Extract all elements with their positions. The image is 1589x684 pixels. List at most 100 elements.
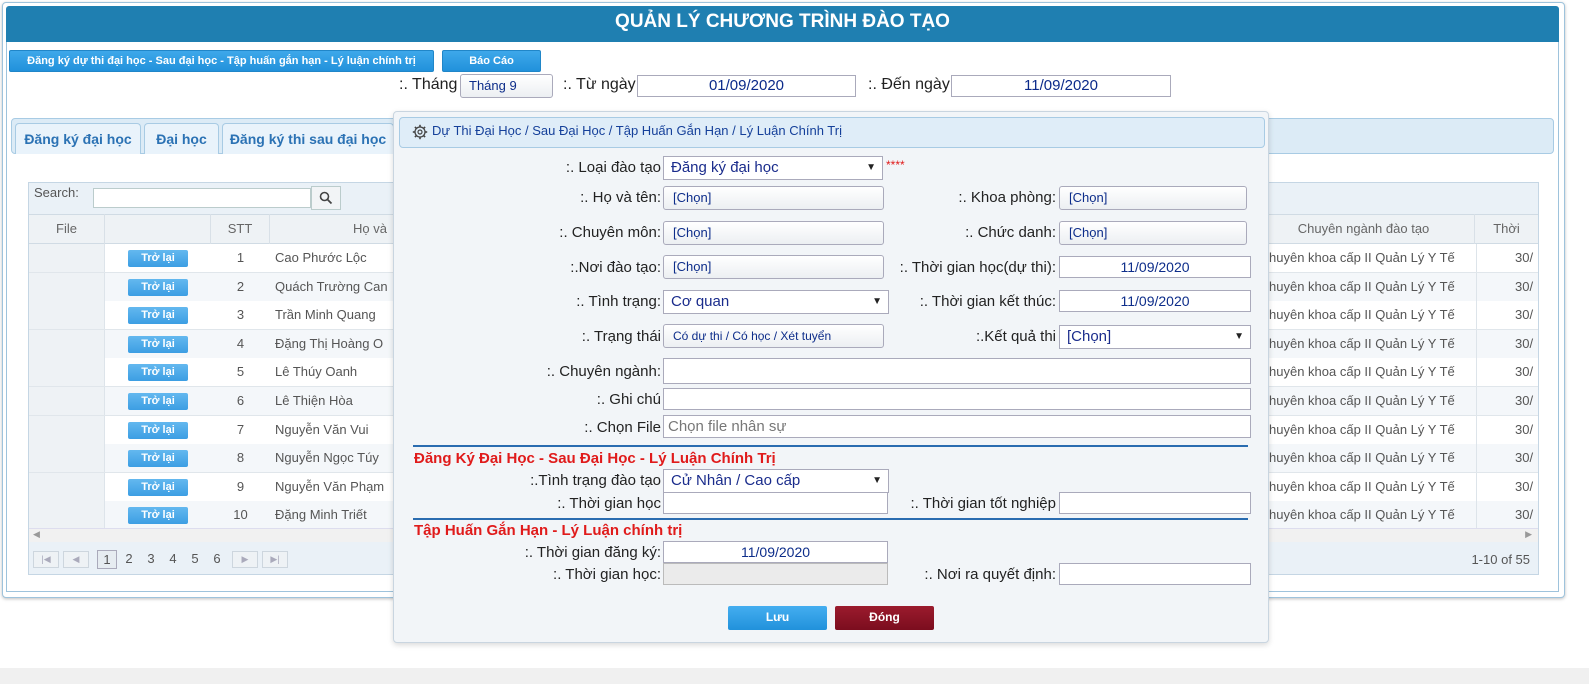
- training-type-select[interactable]: Đăng ký đại học ▼: [663, 156, 883, 180]
- section-register-title: Đăng Ký Đại Học - Sau Đại Học - Lý Luận …: [414, 450, 776, 467]
- column-action: [105, 214, 211, 244]
- close-button[interactable]: Đóng: [835, 606, 934, 630]
- file-cell: [29, 473, 105, 501]
- row-name: Đặng Minh Triết: [275, 507, 367, 522]
- specialty-picker[interactable]: [Chọn]: [663, 221, 884, 245]
- back-button[interactable]: Trở lại: [128, 422, 188, 439]
- column-major[interactable]: Chuyên ngành đào tạo: [1252, 214, 1475, 244]
- page-horizontal-scrollbar[interactable]: [0, 668, 1589, 684]
- decision-place-input[interactable]: [1059, 563, 1251, 585]
- row-name: Đặng Thị Hoàng O: [275, 336, 384, 351]
- row-major: huyên khoa cấp II Quản Lý Y Tế: [1269, 364, 1455, 379]
- register-time-input[interactable]: 11/09/2020: [663, 541, 888, 563]
- position-picker[interactable]: [Chọn]: [1059, 221, 1247, 245]
- column-stt[interactable]: STT: [211, 214, 270, 244]
- end-time-input[interactable]: 11/09/2020: [1059, 290, 1251, 312]
- section-divider: [413, 518, 1248, 520]
- page-number[interactable]: 3: [141, 550, 161, 569]
- row-name: Lê Thiện Hòa: [275, 393, 353, 408]
- state-picker[interactable]: Có dự thi / Có học / Xét tuyển: [663, 324, 884, 348]
- row-name: Nguyễn Văn Phạm: [275, 479, 385, 494]
- back-button[interactable]: Trở lại: [128, 279, 188, 296]
- scroll-right-icon[interactable]: ▶: [1525, 529, 1532, 540]
- back-button[interactable]: Trở lại: [128, 393, 188, 410]
- search-input[interactable]: [93, 188, 311, 208]
- row-time: 30/: [1476, 330, 1536, 358]
- last-page-button[interactable]: ▶|: [262, 551, 288, 568]
- page-number[interactable]: 2: [119, 550, 139, 569]
- back-button[interactable]: Trở lại: [128, 364, 188, 381]
- row-time: 30/: [1476, 301, 1536, 329]
- back-button[interactable]: Trở lại: [128, 336, 188, 353]
- file-cell: [29, 301, 105, 329]
- training-type-label: :. Loại đào tạo: [565, 159, 661, 176]
- row-time: 30/: [1476, 501, 1536, 529]
- status-label: :. Tình trạng:: [576, 293, 661, 310]
- page-number[interactable]: 6: [207, 550, 227, 569]
- tab-register-postgraduate[interactable]: Đăng ký thi sau đại học: [222, 123, 394, 154]
- exam-result-select[interactable]: [Chọn] ▼: [1059, 325, 1251, 349]
- back-button[interactable]: Trở lại: [128, 307, 188, 324]
- column-file[interactable]: File: [29, 214, 105, 244]
- row-stt: 7: [236, 422, 245, 437]
- department-picker[interactable]: [Chọn]: [1059, 186, 1247, 210]
- prev-page-button[interactable]: ◀: [63, 551, 89, 568]
- graduation-time-input[interactable]: [1059, 492, 1251, 514]
- position-label: :. Chức danh:: [965, 224, 1056, 241]
- row-stt: 4: [236, 336, 245, 351]
- training-status-select[interactable]: Cử Nhân / Cao cấp ▼: [663, 469, 889, 493]
- report-button[interactable]: Báo Cáo: [442, 50, 541, 72]
- first-page-button[interactable]: |◀: [33, 551, 59, 568]
- row-major: huyên khoa cấp II Quản Lý Y Tế: [1269, 307, 1455, 322]
- save-button[interactable]: Lưu: [728, 606, 827, 630]
- search-button[interactable]: [311, 186, 341, 210]
- back-button[interactable]: Trở lại: [128, 450, 188, 467]
- row-name: Cao Phước Lộc: [275, 250, 367, 265]
- file-cell: [29, 416, 105, 444]
- row-name: Lê Thúy Oanh: [275, 364, 358, 379]
- file-cell: [29, 444, 105, 472]
- from-date-input[interactable]: 01/09/2020: [637, 75, 856, 97]
- file-cell: [29, 358, 105, 386]
- file-input[interactable]: Chọn file nhân sự: [663, 415, 1251, 438]
- month-label: :. Tháng: [399, 76, 458, 93]
- study-time-input[interactable]: 11/09/2020: [1059, 256, 1251, 278]
- note-input[interactable]: [663, 388, 1251, 410]
- file-cell: [29, 501, 105, 529]
- row-stt: 3: [236, 307, 245, 322]
- tab-register-university[interactable]: Đăng ký đại học: [15, 123, 141, 154]
- row-name: Nguyễn Văn Vui: [275, 422, 369, 437]
- back-button[interactable]: Trở lại: [128, 250, 188, 267]
- fullname-picker[interactable]: [Chọn]: [663, 186, 884, 210]
- scroll-left-icon[interactable]: ◀: [33, 529, 40, 540]
- graduation-time-label: :. Thời gian tốt nghiệp: [910, 495, 1057, 512]
- page-number[interactable]: 1: [97, 550, 117, 569]
- tab-university[interactable]: Đại học: [144, 123, 219, 154]
- to-date-input[interactable]: 11/09/2020: [951, 75, 1171, 97]
- file-cell: [29, 244, 105, 272]
- month-select[interactable]: Tháng 9: [460, 74, 553, 98]
- study-period-input[interactable]: [663, 492, 888, 514]
- back-button[interactable]: Trở lại: [128, 507, 188, 524]
- row-major: huyên khoa cấp II Quản Lý Y Tế: [1269, 450, 1455, 465]
- back-button[interactable]: Trở lại: [128, 479, 188, 496]
- status-select[interactable]: Cơ quan ▼: [663, 290, 889, 314]
- page-number[interactable]: 4: [163, 550, 183, 569]
- register-button[interactable]: Đăng ký dự thi đại học - Sau đại học - T…: [9, 50, 434, 72]
- row-stt: 8: [236, 450, 245, 465]
- major-label: :. Chuyên ngành:: [546, 363, 661, 380]
- next-page-button[interactable]: ▶: [232, 551, 258, 568]
- training-type-value: Đăng ký đại học: [671, 159, 779, 176]
- row-time: 30/: [1476, 387, 1536, 415]
- section-training-title: Tập Huấn Gắn Hạn - Lý Luận chính trị: [414, 522, 683, 539]
- page-number[interactable]: 5: [185, 550, 205, 569]
- exam-result-label: :.Kết quả thi: [975, 328, 1056, 345]
- file-cell: [29, 330, 105, 358]
- row-stt: 5: [236, 364, 245, 379]
- column-time[interactable]: Thời: [1475, 214, 1538, 244]
- row-major: huyên khoa cấp II Quản Lý Y Tế: [1269, 279, 1455, 294]
- row-time: 30/: [1476, 358, 1536, 386]
- specialty-label: :. Chuyên môn:: [559, 224, 661, 241]
- major-input[interactable]: [663, 358, 1251, 384]
- training-place-picker[interactable]: [Chọn]: [663, 255, 884, 279]
